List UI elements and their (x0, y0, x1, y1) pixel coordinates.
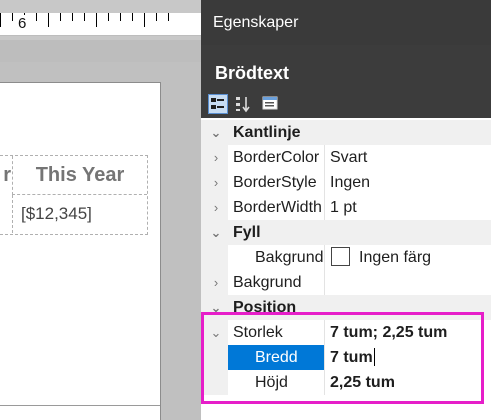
category-position[interactable]: ⌄ Position (201, 295, 491, 320)
table-header-cell-partial[interactable]: r (0, 156, 11, 194)
report-table[interactable]: r This Year [$12,345] (0, 155, 148, 235)
text-caret (373, 348, 375, 366)
property-row-borderstyle[interactable]: › BorderStyle Ingen (201, 170, 491, 195)
category-label: Kantlinje (233, 124, 301, 141)
ruler-number: 6 (16, 15, 29, 33)
horizontal-ruler: 6 (0, 0, 201, 40)
property-name: BorderStyle (233, 174, 317, 191)
property-row-bredd[interactable]: Bredd 7 tum (201, 345, 491, 370)
property-name: Bakgrund (233, 274, 302, 291)
expand-chevron-icon[interactable]: › (210, 145, 222, 170)
collapse-chevron-icon[interactable]: ⌄ (210, 220, 222, 245)
category-label: Position (233, 299, 297, 316)
expand-chevron-icon[interactable]: › (210, 170, 222, 195)
property-pages-icon[interactable] (261, 94, 281, 114)
property-value[interactable]: 2,25 tum (324, 370, 491, 395)
table-data-cell[interactable]: [$12,345] (12, 195, 146, 233)
report-body[interactable]: r This Year [$12,345] (0, 82, 161, 420)
property-row-bakgrund-color[interactable]: Bakgrund Ingen färg (201, 245, 491, 270)
page-boundary-line (0, 405, 160, 406)
category-fyll[interactable]: ⌄ Fyll (201, 220, 491, 245)
property-name: Höjd (255, 374, 288, 391)
property-name: BorderColor (233, 149, 320, 166)
property-value[interactable]: 1 pt (324, 195, 491, 220)
property-value[interactable]: Ingen färg (324, 245, 491, 270)
category-label: Fyll (233, 224, 261, 241)
property-name: Bakgrund (255, 249, 324, 266)
property-name: Storlek (233, 324, 283, 341)
category-kantlinje[interactable]: ⌄ Kantlinje (201, 120, 491, 145)
selected-object-name: Brödtext (215, 63, 290, 83)
collapse-chevron-icon[interactable]: ⌄ (210, 295, 222, 320)
property-grid: ⌄ Kantlinje › BorderColor Svart › Border… (201, 118, 491, 420)
report-design-surface[interactable]: 6 r This Year [$12,345] (0, 0, 201, 420)
collapse-chevron-icon[interactable]: ⌄ (210, 120, 222, 145)
property-value[interactable]: 7 tum; 2,25 tum (324, 320, 491, 345)
property-value-input[interactable]: 7 tum (324, 345, 491, 370)
properties-toolbar (201, 92, 491, 116)
property-value-text: Ingen färg (359, 249, 432, 266)
panel-title: Egenskaper (201, 0, 491, 45)
property-value[interactable] (324, 270, 491, 295)
table-header-cell-this-year[interactable]: This Year (12, 156, 147, 195)
property-value[interactable]: Ingen (324, 170, 491, 195)
collapse-chevron-icon[interactable]: ⌄ (210, 320, 222, 345)
page-header-band (0, 40, 201, 62)
alphabetical-sort-icon[interactable] (233, 94, 253, 114)
properties-panel: Egenskaper Brödtext ⌄ Kantlinje › Border… (201, 0, 491, 420)
property-row-hojd[interactable]: Höjd 2,25 tum (201, 370, 491, 395)
property-name: Bredd (228, 345, 324, 370)
color-swatch (331, 247, 350, 266)
expand-chevron-icon[interactable]: › (210, 270, 222, 295)
property-row-storlek[interactable]: ⌄ Storlek 7 tum; 2,25 tum (201, 320, 491, 345)
expand-chevron-icon[interactable]: › (210, 195, 222, 220)
property-row-bordercolor[interactable]: › BorderColor Svart (201, 145, 491, 170)
categorized-icon[interactable] (208, 94, 228, 114)
property-value[interactable]: Svart (324, 145, 491, 170)
property-value-text: 7 tum (330, 349, 373, 366)
property-row-borderwidth[interactable]: › BorderWidth 1 pt (201, 195, 491, 220)
property-row-bakgrund-image[interactable]: › Bakgrund (201, 270, 491, 295)
property-name: BorderWidth (233, 199, 322, 216)
